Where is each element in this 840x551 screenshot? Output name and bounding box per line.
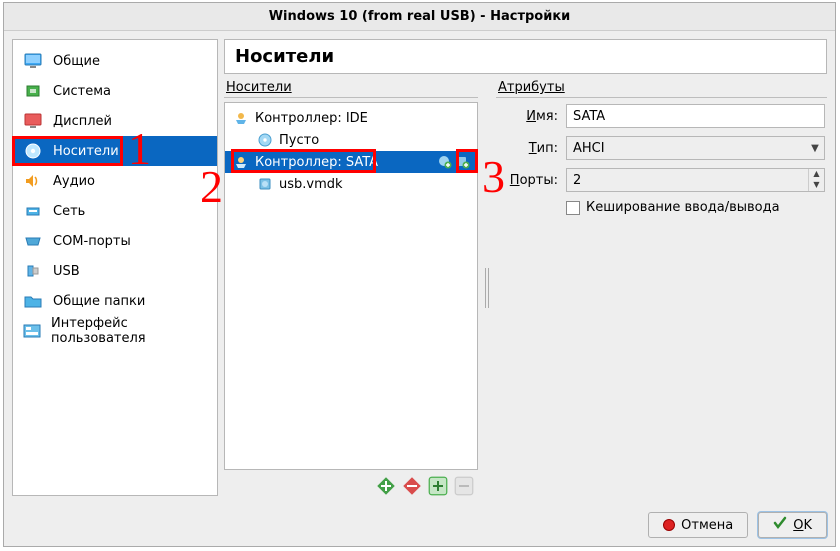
storage-tree[interactable]: Контроллер: IDE Пусто: [224, 102, 478, 470]
sidebar-item-label: Общие: [53, 54, 100, 69]
sidebar-item-label: Интерфейс пользователя: [51, 316, 207, 346]
cancel-button[interactable]: Отмена: [648, 512, 748, 538]
type-label: Тип:: [498, 141, 558, 156]
storage-tree-panel: Носители Контроллер: IDE: [224, 80, 478, 496]
storage-tree-toolbar: [224, 470, 478, 496]
display-icon: [23, 112, 43, 130]
ide-controller-icon: [233, 110, 249, 126]
window-title: Windows 10 (from real USB) - Настройки: [4, 3, 835, 31]
sidebar-item-label: Носители: [53, 144, 119, 159]
sata-controller-label: Контроллер: SATA: [255, 155, 431, 170]
settings-window: Windows 10 (from real USB) - Настройки О…: [3, 2, 836, 547]
ports-value: 2: [567, 173, 808, 188]
sidebar-item-storage[interactable]: Носители: [13, 136, 217, 166]
ui-icon: [23, 322, 41, 340]
sata-controller-icon: [233, 154, 249, 170]
sidebar-item-label: Дисплей: [53, 114, 112, 129]
sidebar-item-label: Сеть: [53, 204, 85, 219]
type-value: AHCI: [567, 141, 806, 156]
optical-disc-icon: [257, 132, 273, 148]
monitor-icon: [23, 52, 43, 70]
cancel-icon: [663, 519, 675, 531]
folder-icon: [23, 292, 43, 310]
sidebar-item-label: Общие папки: [53, 294, 145, 309]
hard-disk-icon: [257, 176, 273, 192]
add-attachment-button[interactable]: [428, 476, 448, 496]
remove-controller-button[interactable]: [402, 476, 422, 496]
sidebar-item-label: USB: [53, 264, 80, 279]
add-hard-disk-button[interactable]: [455, 154, 471, 170]
chip-icon: [23, 82, 43, 100]
sidebar: Общие Система Дисплей Носители: [12, 39, 218, 496]
storage-tree-group-label: Носители: [224, 80, 478, 98]
sata-disk-label: usb.vmdk: [279, 177, 473, 192]
ide-empty-row[interactable]: Пусто: [225, 129, 477, 151]
attributes-panel: Атрибуты Имя: Тип: AHCI ▼ Порты: 2 ▲▼: [496, 80, 827, 496]
add-optical-drive-button[interactable]: [437, 154, 453, 170]
serial-port-icon: [23, 232, 43, 250]
attributes-group-label: Атрибуты: [496, 80, 827, 98]
chevron-down-icon: ▼: [806, 143, 824, 154]
network-icon: [23, 202, 43, 220]
sidebar-item-serial[interactable]: COM-порты: [13, 226, 217, 256]
spin-buttons[interactable]: ▲▼: [808, 169, 824, 191]
sidebar-item-label: COM-порты: [53, 234, 131, 249]
sidebar-item-label: Аудио: [53, 174, 95, 189]
sidebar-item-user-interface[interactable]: Интерфейс пользователя: [13, 316, 217, 346]
sidebar-item-display[interactable]: Дисплей: [13, 106, 217, 136]
name-input[interactable]: [566, 104, 825, 128]
type-combobox[interactable]: AHCI ▼: [566, 136, 825, 160]
sidebar-item-audio[interactable]: Аудио: [13, 166, 217, 196]
panel-splitter[interactable]: [484, 80, 490, 496]
ports-spinbox[interactable]: 2 ▲▼: [566, 168, 825, 192]
cache-label: Кеширование ввода/вывода: [586, 200, 780, 215]
page-title: Носители: [224, 39, 827, 74]
sidebar-item-general[interactable]: Общие: [13, 46, 217, 76]
remove-attachment-button[interactable]: [454, 476, 474, 496]
cache-checkbox[interactable]: [566, 201, 580, 215]
sata-controller-row[interactable]: Контроллер: SATA: [225, 151, 477, 173]
window-body: Общие Система Дисплей Носители: [4, 31, 835, 504]
sata-disk-row[interactable]: usb.vmdk: [225, 173, 477, 195]
sidebar-item-shared-folders[interactable]: Общие папки: [13, 286, 217, 316]
sidebar-item-network[interactable]: Сеть: [13, 196, 217, 226]
ok-icon: [773, 516, 787, 534]
ide-empty-label: Пусто: [279, 133, 473, 148]
ide-controller-label: Контроллер: IDE: [255, 111, 473, 126]
add-controller-button[interactable]: [376, 476, 396, 496]
sidebar-item-usb[interactable]: USB: [13, 256, 217, 286]
name-label: Имя:: [498, 109, 558, 124]
speaker-icon: [23, 172, 43, 190]
usb-icon: [23, 262, 43, 280]
ide-controller-row[interactable]: Контроллер: IDE: [225, 107, 477, 129]
content-split: Носители Контроллер: IDE: [224, 80, 827, 496]
dialog-button-bar: Отмена OK: [4, 504, 835, 546]
attributes-grid: Имя: Тип: AHCI ▼ Порты: 2 ▲▼: [496, 102, 827, 215]
ok-button[interactable]: OK: [758, 512, 827, 538]
sidebar-item-system[interactable]: Система: [13, 76, 217, 106]
ports-label: Порты:: [498, 173, 558, 188]
sidebar-item-label: Система: [53, 84, 111, 99]
content-area: Носители Носители Контроллер: IDE: [224, 39, 827, 496]
disc-icon: [23, 142, 43, 160]
cache-checkbox-row[interactable]: Кеширование ввода/вывода: [566, 200, 825, 215]
